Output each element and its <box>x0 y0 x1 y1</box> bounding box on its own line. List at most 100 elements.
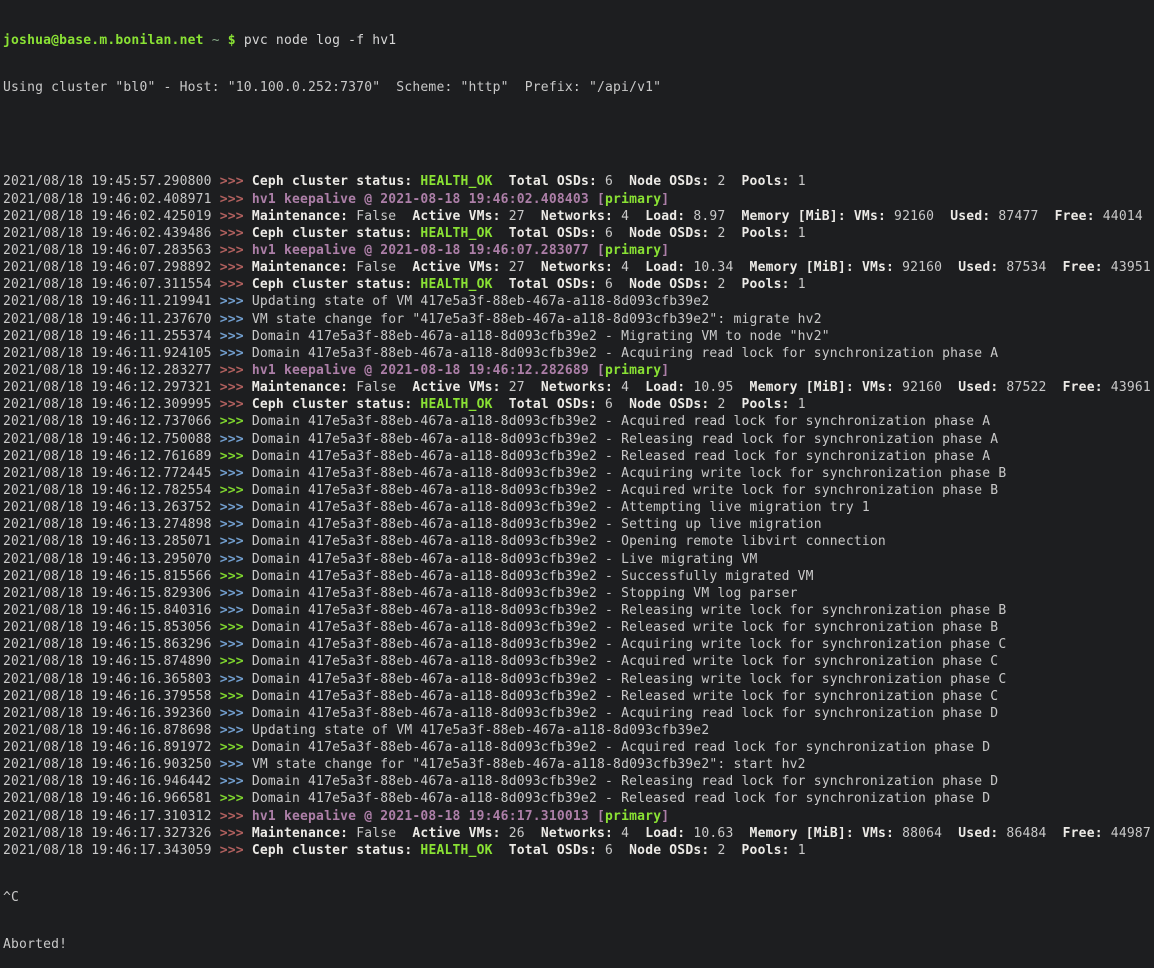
log-message-segment: hv1 keepalive @ 2021-08-18 19:46:07.2830… <box>252 243 605 258</box>
log-message-segment: Load: <box>645 209 685 224</box>
log-message-segment: 4 <box>613 209 645 224</box>
log-marker-icon: >>> <box>220 363 252 378</box>
log-message-segment: Networks: <box>541 380 613 395</box>
log-message-segment: 1 <box>790 226 806 241</box>
log-line: 2021/08/18 19:46:16.946442 >>> Domain 41… <box>3 773 1154 790</box>
log-message-segment: 6 <box>597 226 629 241</box>
log-timestamp: 2021/08/18 19:46:16.878698 <box>3 723 220 738</box>
log-timestamp: 2021/08/18 19:46:12.750088 <box>3 432 220 447</box>
log-message-segment: 1 <box>790 277 806 292</box>
log-message-segment <box>854 826 862 841</box>
log-marker-icon: >>> <box>220 689 252 704</box>
log-line: 2021/08/18 19:46:15.874890 >>> Domain 41… <box>3 653 1154 670</box>
log-line: 2021/08/18 19:46:11.219941 >>> Updating … <box>3 293 1154 310</box>
log-message-segment: 6 <box>597 843 629 858</box>
log-message-segment: 44014 <box>1095 209 1143 224</box>
log-marker-icon: >>> <box>220 192 252 207</box>
log-line: 2021/08/18 19:46:02.408971 >>> hv1 keepa… <box>3 191 1154 208</box>
log-line: 2021/08/18 19:46:13.285071 >>> Domain 41… <box>3 533 1154 550</box>
prompt-cwd: ~ <box>204 33 228 48</box>
log-message-segment: Domain 417e5a3f-88eb-467a-a118-8d093cfb3… <box>252 329 830 344</box>
log-message-segment: 1 <box>790 397 806 412</box>
log-marker-icon: >>> <box>220 346 252 361</box>
log-line: 2021/08/18 19:46:17.327326 >>> Maintenan… <box>3 825 1154 842</box>
log-marker-icon: >>> <box>220 449 252 464</box>
log-timestamp: 2021/08/18 19:46:12.761689 <box>3 449 220 464</box>
log-message-segment: Used: <box>958 826 998 841</box>
log-line: 2021/08/18 19:46:11.924105 >>> Domain 41… <box>3 345 1154 362</box>
log-line: 2021/08/18 19:46:15.853056 >>> Domain 41… <box>3 619 1154 636</box>
log-marker-icon: >>> <box>220 466 252 481</box>
log-message-segment: Domain 417e5a3f-88eb-467a-a118-8d093cfb3… <box>252 689 998 704</box>
log-line: 2021/08/18 19:46:17.343059 >>> Ceph clus… <box>3 842 1154 859</box>
blank-line <box>3 126 1154 143</box>
log-message-segment: Domain 417e5a3f-88eb-467a-a118-8d093cfb3… <box>252 672 1007 687</box>
log-message-segment: Used: <box>958 260 998 275</box>
log-marker-icon: >>> <box>220 397 252 412</box>
log-marker-icon: >>> <box>220 791 252 806</box>
log-message-segment: 86484 <box>998 826 1062 841</box>
log-message-segment: HEALTH_OK <box>420 174 492 189</box>
log-message-segment: HEALTH_OK <box>420 277 492 292</box>
log-timestamp: 2021/08/18 19:46:02.425019 <box>3 209 220 224</box>
log-message-segment: Free: <box>1063 260 1103 275</box>
log-message-segment: Domain 417e5a3f-88eb-467a-a118-8d093cfb3… <box>252 534 886 549</box>
log-timestamp: 2021/08/18 19:46:16.946442 <box>3 774 220 789</box>
log-message-segment: Domain 417e5a3f-88eb-467a-a118-8d093cfb3… <box>252 740 990 755</box>
log-message-segment: Domain 417e5a3f-88eb-467a-a118-8d093cfb3… <box>252 449 990 464</box>
log-timestamp: 2021/08/18 19:46:15.853056 <box>3 620 220 635</box>
log-marker-icon: >>> <box>220 620 252 635</box>
log-message-segment <box>493 277 509 292</box>
log-message-segment: hv1 keepalive @ 2021-08-18 19:46:12.2826… <box>252 363 605 378</box>
log-message-segment: Networks: <box>541 260 613 275</box>
log-timestamp: 2021/08/18 19:46:07.283563 <box>3 243 220 258</box>
log-message-segment: 92160 <box>894 260 958 275</box>
log-message-segment: Memory [MiB]: <box>750 260 854 275</box>
log-timestamp: 2021/08/18 19:45:57.290800 <box>3 174 220 189</box>
log-line: 2021/08/18 19:46:13.295070 >>> Domain 41… <box>3 551 1154 568</box>
log-message-segment: Memory [MiB]: <box>750 826 854 841</box>
log-marker-icon: >>> <box>220 603 252 618</box>
log-message-segment: Total OSDs: <box>509 277 597 292</box>
log-message-segment: 43961 <box>1103 380 1151 395</box>
aborted-line: Aborted! <box>3 936 1154 953</box>
log-timestamp: 2021/08/18 19:46:17.310312 <box>3 809 220 824</box>
log-message-segment: Active VMs: <box>412 209 500 224</box>
log-message-segment: Domain 417e5a3f-88eb-467a-a118-8d093cfb3… <box>252 654 998 669</box>
log-message-segment: HEALTH_OK <box>420 843 492 858</box>
log-message-segment: Domain 417e5a3f-88eb-467a-a118-8d093cfb3… <box>252 552 758 567</box>
log-message-segment: VM state change for "417e5a3f-88eb-467a-… <box>252 312 822 327</box>
log-marker-icon: >>> <box>220 209 252 224</box>
typed-command: pvc node log -f hv1 <box>244 33 397 48</box>
log-line: 2021/08/18 19:46:02.425019 >>> Maintenan… <box>3 208 1154 225</box>
log-timestamp: 2021/08/18 19:46:13.274898 <box>3 517 220 532</box>
log-line: 2021/08/18 19:46:07.298892 >>> Maintenan… <box>3 259 1154 276</box>
log-message-segment: Domain 417e5a3f-88eb-467a-a118-8d093cfb3… <box>252 432 998 447</box>
log-message-segment: Ceph cluster status: <box>252 843 413 858</box>
log-message-segment: Memory [MiB]: <box>750 380 854 395</box>
log-message-segment: 4 <box>613 260 645 275</box>
log-message-segment: 2 <box>709 174 741 189</box>
terminal-window[interactable]: joshua@base.m.bonilan.net ~ $ pvc node l… <box>0 0 1154 774</box>
log-message-segment <box>493 397 509 412</box>
log-message-segment: VM state change for "417e5a3f-88eb-467a-… <box>252 757 806 772</box>
log-message-segment: 10.95 <box>685 380 749 395</box>
log-marker-icon: >>> <box>220 483 252 498</box>
log-message-segment: Total OSDs: <box>509 226 597 241</box>
log-line: 2021/08/18 19:46:12.761689 >>> Domain 41… <box>3 448 1154 465</box>
log-message-segment: Pools: <box>742 277 790 292</box>
log-message-segment: primary <box>605 363 661 378</box>
log-message-segment: Load: <box>645 826 685 841</box>
log-line: 2021/08/18 19:46:12.737066 >>> Domain 41… <box>3 413 1154 430</box>
log-timestamp: 2021/08/18 19:46:15.863296 <box>3 637 220 652</box>
log-line: 2021/08/18 19:46:12.772445 >>> Domain 41… <box>3 465 1154 482</box>
log-message-segment: Used: <box>958 380 998 395</box>
log-line: 2021/08/18 19:46:15.840316 >>> Domain 41… <box>3 602 1154 619</box>
log-message-segment <box>493 174 509 189</box>
log-timestamp: 2021/08/18 19:46:15.840316 <box>3 603 220 618</box>
log-message-segment: VMs: <box>854 209 886 224</box>
log-line: 2021/08/18 19:46:02.439486 >>> Ceph clus… <box>3 225 1154 242</box>
log-message-segment: 87477 <box>990 209 1054 224</box>
log-message-segment: primary <box>605 192 661 207</box>
log-message-segment: 4 <box>613 826 645 841</box>
